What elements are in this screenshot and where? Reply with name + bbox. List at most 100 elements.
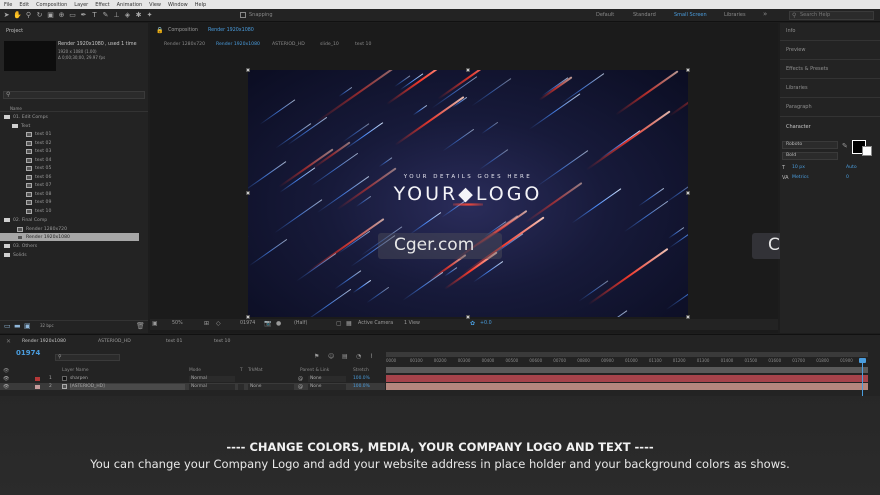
always-preview-icon[interactable]: ▣ xyxy=(152,320,158,327)
timeline-tab-render-1920[interactable]: Render 1920x1080 xyxy=(22,339,66,344)
font-family-dropdown[interactable]: Roboto xyxy=(782,141,838,149)
visibility-icon[interactable]: 👁 xyxy=(3,376,9,382)
eraser-tool-icon[interactable]: ◈ xyxy=(123,11,132,20)
shy-layers-icon[interactable]: ☺ xyxy=(328,353,334,360)
menu-layer[interactable]: Layer xyxy=(74,2,88,8)
layer-name[interactable]: [ASTERIOD_HD] xyxy=(70,383,185,390)
work-area-bar[interactable] xyxy=(386,352,868,357)
new-comp-icon[interactable]: ▣ xyxy=(24,322,31,330)
layer-parent-dropdown[interactable]: None xyxy=(308,383,346,390)
comp-text-10[interactable]: text 10 xyxy=(0,207,148,215)
clone-tool-icon[interactable]: ⊥ xyxy=(112,11,121,20)
safe-zones-icon[interactable]: ⊞ xyxy=(204,320,209,327)
comp-text-01[interactable]: text 01 xyxy=(0,130,148,138)
comp-text-07[interactable]: text 07 xyxy=(0,181,148,189)
selection-tool-icon[interactable]: ➤ xyxy=(2,11,11,20)
pan-behind-tool-icon[interactable]: ⊕ xyxy=(57,11,66,20)
layer-parent-dropdown[interactable]: None xyxy=(308,375,346,382)
panel-preview[interactable]: Preview xyxy=(786,47,805,53)
current-time-display[interactable]: 01974 xyxy=(240,321,255,326)
rotate-tool-icon[interactable]: ↻ xyxy=(35,11,44,20)
layer-search-input[interactable]: ⚲ xyxy=(55,354,120,361)
frame-blending-icon[interactable]: ▤ xyxy=(342,353,348,360)
zoom-dropdown[interactable]: 50% xyxy=(172,321,183,326)
menu-window[interactable]: Window xyxy=(168,2,188,8)
pen-tool-icon[interactable]: ✒ xyxy=(79,11,88,20)
layer-mode-dropdown[interactable]: Normal xyxy=(189,375,235,382)
parent-header[interactable]: Parent & Link xyxy=(300,368,329,373)
menu-help[interactable]: Help xyxy=(195,2,206,8)
comp-render-1280[interactable]: Render 1280x720 xyxy=(0,225,148,233)
bpc-label[interactable]: 32 bpc xyxy=(40,323,54,328)
region-of-interest-icon[interactable]: ▢ xyxy=(336,320,342,327)
timeline-tab-text-10[interactable]: text 10 xyxy=(214,339,230,344)
project-search-input[interactable]: ⚲ xyxy=(3,91,145,99)
layer-stretch-value[interactable]: 100.0% xyxy=(353,384,370,389)
transparency-grid-icon[interactable]: ▦ xyxy=(346,320,352,327)
layer-row[interactable]: 👁 1 sharpen Normal @ None 100.0% xyxy=(0,375,385,382)
tab-asteriod-hd[interactable]: ASTERIOD_HD xyxy=(272,40,305,49)
layer-row[interactable]: 👁 2 [ASTERIOD_HD] Normal None @ None 100… xyxy=(0,383,385,390)
layer-name-header[interactable]: Layer Name xyxy=(62,368,89,373)
layer-trkmat-dropdown[interactable]: None xyxy=(248,383,294,390)
panel-character[interactable]: Character xyxy=(786,124,811,130)
search-help-input[interactable]: ⚲ Search Help xyxy=(789,11,874,20)
pickwhip-icon[interactable]: @ xyxy=(298,384,303,390)
transform-handle[interactable] xyxy=(686,68,690,72)
mode-header[interactable]: Mode xyxy=(189,368,201,373)
tab-text-10[interactable]: text 10 xyxy=(355,40,371,49)
timeline-current-time[interactable]: 01974 xyxy=(16,349,40,357)
mask-visibility-icon[interactable]: ◇ xyxy=(216,320,221,327)
folder-final-comp[interactable]: 02. Final Comp xyxy=(0,216,148,224)
hand-tool-icon[interactable]: ✋ xyxy=(13,11,22,20)
tab-render-1920[interactable]: Render 1920x1080 xyxy=(216,40,260,49)
interpret-footage-icon[interactable]: ▭ xyxy=(4,322,11,330)
comp-text-09[interactable]: text 09 xyxy=(0,198,148,206)
draft-3d-icon[interactable]: ⚑ xyxy=(314,353,319,360)
folder-text[interactable]: Text xyxy=(0,122,148,130)
camera-dropdown[interactable]: Active Camera xyxy=(358,321,393,326)
lock-icon[interactable]: 🔒 xyxy=(156,27,163,34)
t-header[interactable]: T xyxy=(240,368,243,373)
visibility-icon[interactable]: 👁 xyxy=(3,384,9,390)
panel-effects-presets[interactable]: Effects & Presets xyxy=(786,66,828,72)
snapping-checkbox[interactable] xyxy=(240,12,246,18)
layer-1-duration-bar[interactable] xyxy=(386,375,868,382)
view-layout-dropdown[interactable]: 1 View xyxy=(404,321,420,326)
tracking-value[interactable]: 0 xyxy=(846,175,849,180)
close-tab-icon[interactable]: ✕ xyxy=(6,338,11,345)
trkmat-header[interactable]: TrkMat xyxy=(248,368,263,373)
transform-handle[interactable] xyxy=(686,191,690,195)
panel-paragraph[interactable]: Paragraph xyxy=(786,104,812,110)
timeline-tab-asteriod-hd[interactable]: ASTERIOD_HD xyxy=(98,339,131,344)
leading-value[interactable]: Auto xyxy=(846,165,857,170)
motion-blur-icon[interactable]: ◔ xyxy=(356,353,361,360)
transform-handle[interactable] xyxy=(246,191,250,195)
eyedropper-icon[interactable]: ✎ xyxy=(842,142,848,150)
preserve-transparency-checkbox[interactable] xyxy=(238,383,244,390)
layer-name[interactable]: sharpen xyxy=(70,376,88,381)
menu-effect[interactable]: Effect xyxy=(95,2,109,8)
snapshot-icon[interactable]: 📷 xyxy=(264,320,271,327)
workspace-default[interactable]: Default xyxy=(596,12,614,18)
timeline-tab-text-01[interactable]: text 01 xyxy=(166,339,182,344)
graph-editor-icon[interactable]: ⌇ xyxy=(370,353,373,360)
tab-slide-10[interactable]: slide_10 xyxy=(320,40,339,49)
exposure-icon[interactable]: ✿ xyxy=(470,320,475,327)
menu-file[interactable]: File xyxy=(4,2,12,8)
rectangle-tool-icon[interactable]: ▭ xyxy=(68,11,77,20)
pickwhip-icon[interactable]: @ xyxy=(298,376,303,382)
camera-tool-icon[interactable]: ▣ xyxy=(46,11,55,20)
layer-mode-dropdown[interactable]: Normal xyxy=(189,383,235,390)
folder-others[interactable]: 03. Others xyxy=(0,242,148,250)
stretch-header[interactable]: Stretch xyxy=(353,368,369,373)
new-folder-icon[interactable]: ▬ xyxy=(14,322,21,330)
menu-animation[interactable]: Animation xyxy=(117,2,143,8)
zoom-tool-icon[interactable]: ⚲ xyxy=(24,11,33,20)
label-color-swatch[interactable] xyxy=(35,384,40,389)
transform-handle[interactable] xyxy=(246,68,250,72)
comp-text-05[interactable]: text 05 xyxy=(0,164,148,172)
workspace-standard[interactable]: Standard xyxy=(633,12,656,18)
kerning-value[interactable]: Metrics xyxy=(792,175,809,180)
comp-text-04[interactable]: text 04 xyxy=(0,156,148,164)
